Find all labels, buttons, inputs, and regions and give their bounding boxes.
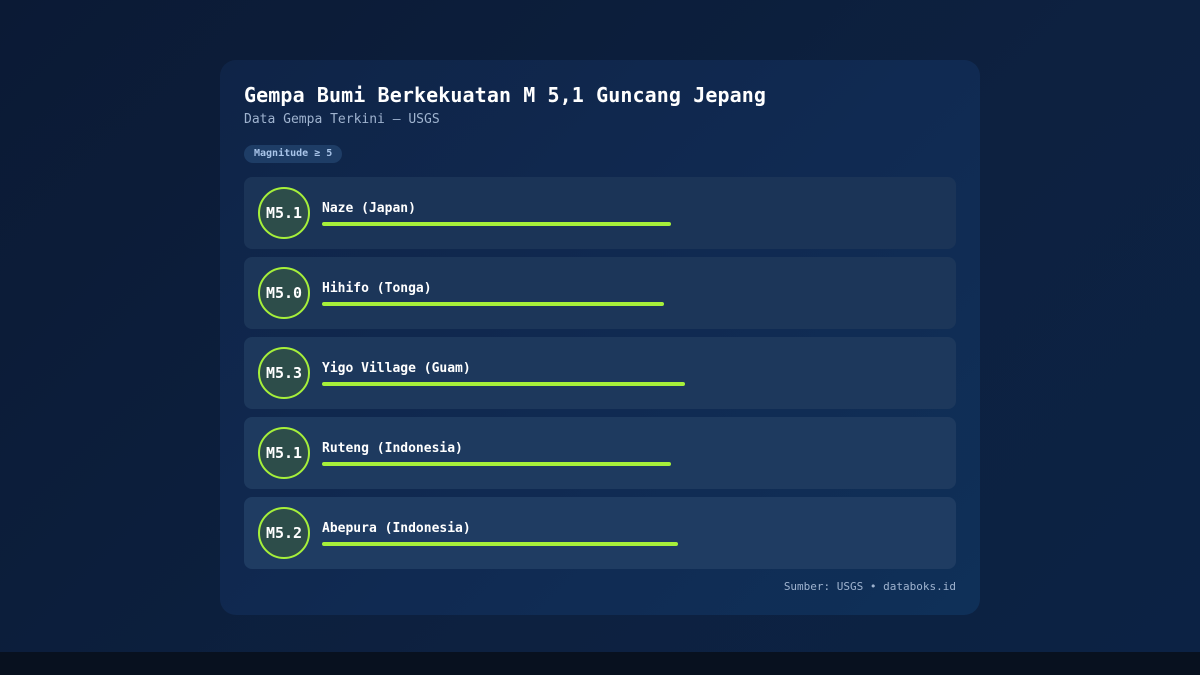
magnitude-label: M5.1 [258,187,310,239]
location-label: Ruteng (Indonesia) [322,441,463,456]
earthquake-row: M5.0 Hihifo (Tonga) [244,257,956,329]
magnitude-bar-track [322,302,842,306]
magnitude-bar [322,462,671,466]
magnitude-bar-track [322,222,842,226]
earthquake-row: M5.2 Abepura (Indonesia) [244,497,956,569]
location-label: Abepura (Indonesia) [322,521,471,536]
magnitude-bar-track [322,462,842,466]
location-label: Hihifo (Tonga) [322,281,432,296]
magnitude-bar [322,382,685,386]
chart-title: Gempa Bumi Berkekuatan M 5,1 Guncang Jep… [244,83,767,107]
earthquake-row: M5.1 Ruteng (Indonesia) [244,417,956,489]
bottom-strip [0,652,1200,675]
magnitude-bar [322,222,671,226]
magnitude-bar [322,302,664,306]
magnitude-label: M5.1 [258,427,310,479]
earthquake-list: M5.1 Naze (Japan) M5.0 Hihifo (Tonga) M5.3 Yi… [244,177,956,569]
magnitude-bar-track [322,542,842,546]
earthquake-row: M5.1 Naze (Japan) [244,177,956,249]
magnitude-label: M5.2 [258,507,310,559]
source-footer: Sumber: USGS • databoks.id [783,580,956,593]
chart-card: Gempa Bumi Berkekuatan M 5,1 Guncang Jep… [220,60,980,615]
magnitude-label: M5.3 [258,347,310,399]
chart-subtitle: Data Gempa Terkini — USGS [244,112,440,127]
earthquake-row: M5.3 Yigo Village (Guam) [244,337,956,409]
magnitude-bar-track [322,382,842,386]
location-label: Yigo Village (Guam) [322,361,471,376]
magnitude-filter-badge: Magnitude ≥ 5 [244,145,343,163]
magnitude-label: M5.0 [258,267,310,319]
location-label: Naze (Japan) [322,201,416,216]
magnitude-bar [322,542,678,546]
